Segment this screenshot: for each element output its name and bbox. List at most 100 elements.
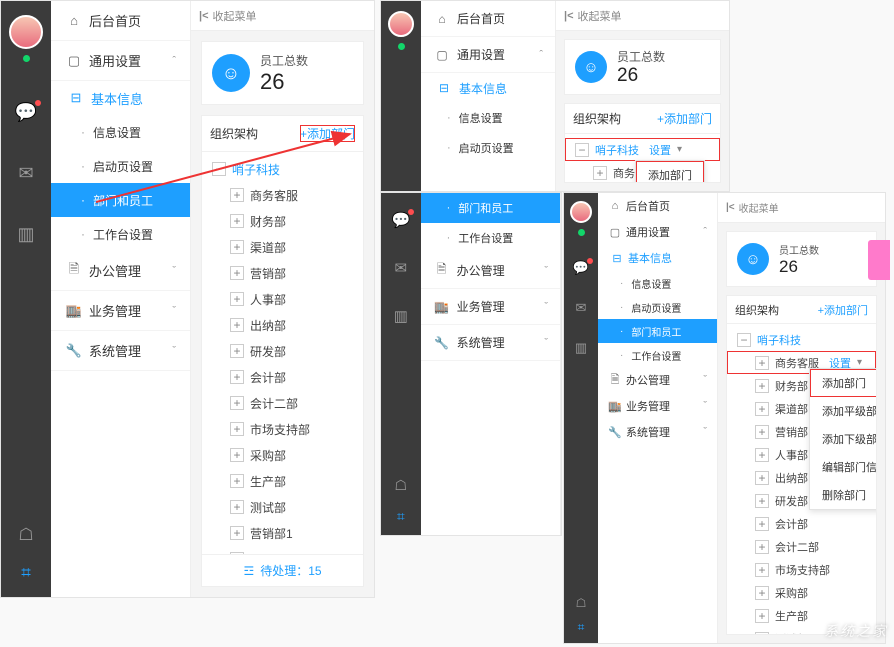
nav-business-management[interactable]: 🏬业务管理ˇ bbox=[421, 289, 560, 325]
mail-icon[interactable]: ✉ bbox=[394, 259, 407, 277]
expand-icon[interactable]: + bbox=[755, 356, 769, 370]
expand-icon[interactable]: + bbox=[755, 586, 769, 600]
nav-home[interactable]: ⌂后台首页 bbox=[51, 1, 190, 41]
expand-icon[interactable]: + bbox=[755, 563, 769, 577]
expand-icon[interactable]: + bbox=[755, 609, 769, 623]
nav-basic-info[interactable]: ⊟基本信息 bbox=[51, 81, 190, 115]
tree-node[interactable]: +会计部 bbox=[727, 512, 876, 535]
nav-sub-launch-settings[interactable]: 启动页设置 bbox=[421, 133, 555, 163]
nav-basic-info[interactable]: ⊟基本信息 bbox=[421, 73, 555, 103]
expand-icon[interactable]: + bbox=[230, 396, 244, 410]
tree-node[interactable]: +出纳部 bbox=[202, 312, 363, 338]
collapse-icon[interactable]: − bbox=[737, 333, 751, 347]
nav-office-management[interactable]: 🗎办公管理ˇ bbox=[421, 253, 560, 289]
nav-sub-workbench-settings[interactable]: 工作台设置 bbox=[598, 343, 717, 367]
nav-business-management[interactable]: 🏬业务管理ˇ bbox=[598, 393, 717, 419]
nav-sub-workbench-settings[interactable]: 工作台设置 bbox=[421, 223, 560, 253]
nav-general-settings[interactable]: ▢通用设置ˆ bbox=[598, 219, 717, 245]
nav-system-management[interactable]: 🔧系统管理ˇ bbox=[51, 331, 190, 371]
expand-icon[interactable]: + bbox=[230, 266, 244, 280]
nav-general-settings[interactable]: ▢通用设置ˆ bbox=[51, 41, 190, 81]
contacts-icon[interactable]: ☖ bbox=[18, 525, 33, 545]
expand-icon[interactable]: + bbox=[755, 494, 769, 508]
collapse-menu-link[interactable]: |<收起菜单 bbox=[191, 1, 374, 31]
expand-icon[interactable]: + bbox=[755, 425, 769, 439]
tree-node[interactable]: +采购部 bbox=[727, 581, 876, 604]
ctx-delete-dept[interactable]: 删除部门 bbox=[810, 481, 876, 509]
expand-icon[interactable]: + bbox=[230, 214, 244, 228]
ctx-edit-dept[interactable]: 编辑部门信息 bbox=[810, 453, 876, 481]
nav-sub-dept-staff[interactable]: 部门和员工 bbox=[421, 193, 560, 223]
ctx-add-peer[interactable]: 添加平级部门 bbox=[810, 397, 876, 425]
nav-sub-launch-settings[interactable]: 启动页设置 bbox=[51, 149, 190, 183]
expand-icon[interactable]: + bbox=[755, 471, 769, 485]
nav-home[interactable]: ⌂后台首页 bbox=[421, 1, 555, 37]
expand-icon[interactable]: + bbox=[230, 318, 244, 332]
collapse-icon[interactable]: − bbox=[212, 162, 226, 176]
chat-icon[interactable]: 💬 bbox=[573, 260, 589, 276]
nav-sub-info-settings[interactable]: 信息设置 bbox=[51, 115, 190, 149]
avatar[interactable] bbox=[388, 11, 414, 37]
tree-node[interactable]: +人事部 bbox=[202, 286, 363, 312]
add-dept-link[interactable]: +添加部门 bbox=[657, 110, 712, 127]
tree-node[interactable]: +研发部 bbox=[202, 338, 363, 364]
nav-system-management[interactable]: 🔧系统管理ˇ bbox=[598, 419, 717, 445]
expand-icon[interactable]: + bbox=[230, 448, 244, 462]
nav-system-management[interactable]: 🔧系统管理ˇ bbox=[421, 325, 560, 361]
avatar[interactable] bbox=[570, 201, 592, 223]
mail-icon[interactable]: ✉ bbox=[576, 300, 587, 316]
nav-sub-workbench-settings[interactable]: 工作台设置 bbox=[51, 217, 190, 251]
tree-root-row[interactable]: − 哨子科技 设置 ▾ bbox=[565, 138, 720, 161]
ctx-add-dept[interactable]: 添加部门 bbox=[636, 161, 704, 182]
expand-icon[interactable]: + bbox=[230, 370, 244, 384]
expand-icon[interactable]: + bbox=[230, 526, 244, 540]
contacts-icon[interactable]: ☖ bbox=[395, 477, 408, 494]
nav-sub-info-settings[interactable]: 信息设置 bbox=[421, 103, 555, 133]
tree-node[interactable]: +营销部1 bbox=[202, 520, 363, 546]
avatar[interactable] bbox=[9, 15, 43, 49]
collapse-menu-link[interactable]: |<收起菜单 bbox=[556, 1, 729, 31]
tree-node[interactable]: +财务部 bbox=[202, 208, 363, 234]
nav-sub-dept-staff[interactable]: 部门和员工 bbox=[598, 319, 717, 343]
tree-root-row[interactable]: −哨子科技 bbox=[202, 156, 363, 182]
expand-icon[interactable]: + bbox=[230, 500, 244, 514]
tree-node[interactable]: +会计部 bbox=[202, 364, 363, 390]
tree-node[interactable]: +市场支持部 bbox=[727, 558, 876, 581]
expand-icon[interactable]: + bbox=[230, 422, 244, 436]
expand-icon[interactable]: + bbox=[230, 240, 244, 254]
tree-root-settings-link[interactable]: 设置 bbox=[649, 142, 671, 158]
tree-node[interactable]: +1223 bbox=[202, 546, 363, 554]
apps-icon[interactable]: ⌗ bbox=[21, 563, 31, 583]
tree-node[interactable]: +渠道部 bbox=[202, 234, 363, 260]
nav-sub-dept-staff[interactable]: 部门和员工 bbox=[51, 183, 190, 217]
nav-office-management[interactable]: 🗎办公管理ˇ bbox=[51, 251, 190, 291]
nav-home[interactable]: ⌂后台首页 bbox=[598, 193, 717, 219]
stats-icon[interactable]: ▥ bbox=[575, 340, 587, 356]
expand-icon[interactable]: + bbox=[755, 632, 769, 635]
expand-icon[interactable]: + bbox=[230, 188, 244, 202]
nav-office-management[interactable]: 🗎办公管理ˇ bbox=[598, 367, 717, 393]
ctx-add-dept[interactable]: 添加部门 bbox=[810, 369, 876, 397]
expand-icon[interactable]: + bbox=[593, 166, 607, 180]
apps-icon[interactable]: ⌗ bbox=[397, 508, 405, 525]
tree-node[interactable]: +营销部 bbox=[202, 260, 363, 286]
collapse-menu-link[interactable]: |<收起菜单 bbox=[718, 193, 885, 223]
tree-root-row[interactable]: −哨子科技 bbox=[727, 328, 876, 351]
tree-node[interactable]: +采购部 bbox=[202, 442, 363, 468]
tree-node[interactable]: +会计二部 bbox=[202, 390, 363, 416]
expand-icon[interactable]: + bbox=[755, 517, 769, 531]
add-dept-link[interactable]: +添加部门 bbox=[818, 302, 868, 318]
tree-node[interactable]: +会计二部 bbox=[727, 535, 876, 558]
nav-general-settings[interactable]: ▢通用设置ˆ bbox=[421, 37, 555, 73]
contacts-icon[interactable]: ☖ bbox=[576, 596, 587, 610]
apps-icon[interactable]: ⌗ bbox=[578, 620, 585, 635]
nav-basic-info[interactable]: ⊟基本信息 bbox=[598, 245, 717, 271]
nav-business-management[interactable]: 🏬业务管理ˇ bbox=[51, 291, 190, 331]
side-action-button[interactable] bbox=[868, 240, 890, 280]
expand-icon[interactable]: + bbox=[755, 402, 769, 416]
ctx-add-child[interactable]: 添加下级部门 bbox=[810, 425, 876, 453]
expand-icon[interactable]: + bbox=[755, 448, 769, 462]
chat-icon[interactable]: 💬 bbox=[15, 102, 37, 123]
stats-icon[interactable]: ▥ bbox=[394, 307, 408, 325]
tree-node[interactable]: +商务客服 bbox=[202, 182, 363, 208]
